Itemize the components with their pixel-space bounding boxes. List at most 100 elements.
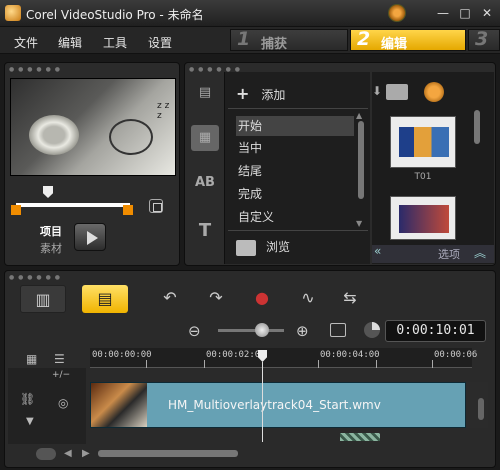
menu-settings[interactable]: 设置 bbox=[148, 34, 172, 51]
ruler-tick bbox=[146, 360, 147, 368]
ruler-label: 00:00:00:00 bbox=[92, 350, 152, 360]
sound-mixer-icon[interactable]: ∿ bbox=[296, 288, 320, 310]
gallery-scroll-thumb[interactable] bbox=[474, 110, 480, 144]
step-number: 3 bbox=[475, 28, 489, 50]
ruler-tick bbox=[318, 360, 319, 368]
tape-reel-image bbox=[29, 115, 79, 155]
step-label: 捕获 bbox=[261, 37, 288, 52]
folder-icon[interactable] bbox=[386, 84, 408, 100]
zoom-in-icon[interactable]: ⊕ bbox=[296, 322, 309, 340]
browse-label: 浏览 bbox=[266, 240, 291, 254]
step-share-tab[interactable]: 3 bbox=[468, 28, 500, 51]
timeline-view-button[interactable]: ▤ bbox=[82, 285, 128, 313]
list-divider bbox=[228, 230, 368, 231]
scroll-up-arrow-icon[interactable]: ▲ bbox=[356, 111, 362, 120]
storyboard-view-button[interactable]: ▥ bbox=[20, 285, 66, 313]
step-capture-tab[interactable]: 1 捕获 bbox=[230, 28, 348, 52]
help-badge-icon[interactable] bbox=[388, 4, 406, 22]
close-button[interactable]: ✕ bbox=[480, 6, 494, 20]
track-scroll-thumb[interactable] bbox=[478, 398, 484, 420]
browse-folder-icon bbox=[236, 239, 256, 256]
panel-grip[interactable]: ● ● ● ● ● ● bbox=[9, 274, 61, 281]
panel-grip[interactable]: ● ● ● ● ● ● bbox=[9, 66, 61, 73]
scroll-down-arrow-icon[interactable]: ▼ bbox=[356, 219, 362, 228]
title-bar: Corel VideoStudio Pro - 未命名 — □ ✕ bbox=[0, 0, 500, 27]
record-capture-icon[interactable]: ● bbox=[250, 288, 274, 310]
ruler-tick bbox=[204, 360, 205, 368]
list-divider bbox=[228, 108, 368, 109]
title-ab-icon[interactable]: AB bbox=[191, 170, 219, 196]
step-label: 编辑 bbox=[381, 37, 408, 52]
clip-title: HM_Multioverlaytrack04_Start.wmv bbox=[168, 398, 381, 412]
track-scrollbar[interactable] bbox=[466, 382, 488, 428]
collapse-left-icon[interactable]: « bbox=[374, 244, 381, 258]
scrubber-track[interactable] bbox=[16, 203, 130, 207]
fit-project-icon[interactable] bbox=[330, 323, 346, 337]
ripple-editing-icon[interactable]: ⛓ bbox=[20, 392, 35, 406]
trim-start-handle[interactable] bbox=[11, 205, 21, 215]
text-t-icon[interactable]: T bbox=[191, 218, 219, 244]
app-logo-icon bbox=[5, 5, 21, 21]
playhead-line bbox=[262, 362, 263, 442]
zoom-slider[interactable] bbox=[218, 329, 284, 332]
mode-project-label[interactable]: 项目 bbox=[40, 223, 62, 239]
minimize-button[interactable]: — bbox=[436, 6, 450, 20]
menu-file[interactable]: 文件 bbox=[14, 34, 38, 51]
thumbnail-image bbox=[399, 205, 449, 233]
ruler-label: 00:00:02:00 bbox=[206, 350, 266, 360]
track-expand-arrow-icon[interactable]: ▼ bbox=[26, 416, 34, 427]
list-item-finish[interactable]: 完成 bbox=[236, 184, 354, 204]
timeline-hscroll-thumb[interactable] bbox=[98, 450, 238, 457]
list-scroll-thumb[interactable] bbox=[358, 121, 364, 199]
duration-clock-icon[interactable] bbox=[364, 322, 380, 338]
list-scrollbar[interactable]: ▲ ▼ bbox=[356, 111, 366, 229]
step-edit-tab[interactable]: 2 编辑 bbox=[350, 28, 466, 52]
browse-button[interactable]: 浏览 bbox=[236, 238, 290, 256]
play-button[interactable] bbox=[74, 223, 106, 251]
instant-project-icon[interactable]: ▦ bbox=[191, 125, 219, 151]
thumbnail-image bbox=[399, 127, 449, 157]
preview-screen: z z z bbox=[10, 78, 176, 176]
zoom-slider-knob[interactable] bbox=[255, 323, 269, 337]
add-button[interactable]: + 添加 bbox=[236, 84, 285, 103]
template-thumbnail[interactable] bbox=[390, 196, 456, 240]
plus-icon: + bbox=[236, 84, 250, 103]
undo-icon[interactable]: ↶ bbox=[158, 288, 182, 310]
step-number: 2 bbox=[357, 28, 371, 50]
menu-edit[interactable]: 编辑 bbox=[58, 34, 82, 51]
zoom-out-icon[interactable]: ⊖ bbox=[188, 322, 201, 340]
scroll-right-arrow-icon[interactable]: ▶ bbox=[82, 448, 90, 459]
trim-end-handle[interactable] bbox=[123, 205, 133, 215]
list-item-start[interactable]: 开始 bbox=[236, 116, 354, 136]
window-title: Corel VideoStudio Pro - 未命名 bbox=[26, 8, 204, 22]
auto-music-icon[interactable]: ⇆ bbox=[338, 288, 362, 310]
video-track-icon: ◎ bbox=[58, 396, 69, 410]
step-number: 1 bbox=[237, 28, 251, 50]
content-badge-icon[interactable] bbox=[424, 82, 444, 102]
ruler-tick bbox=[432, 360, 433, 368]
doodle-zzz-text: z z z bbox=[157, 101, 170, 121]
media-library-icon[interactable]: ▤ bbox=[191, 80, 219, 106]
add-remove-track-icon[interactable]: +/− bbox=[52, 370, 70, 380]
maximize-button[interactable]: □ bbox=[458, 6, 472, 20]
expand-up-icon[interactable]: ︽ bbox=[474, 244, 486, 261]
track-toggle-button[interactable] bbox=[36, 448, 56, 460]
redo-icon[interactable]: ↷ bbox=[204, 288, 228, 310]
ruler-tick bbox=[376, 360, 377, 368]
list-item-end[interactable]: 结尾 bbox=[236, 161, 354, 181]
track-manager-icon[interactable]: ▦ bbox=[26, 352, 37, 366]
import-arrow-icon[interactable]: ⬇ bbox=[372, 84, 382, 98]
mode-clip-label[interactable]: 素材 bbox=[40, 240, 62, 256]
list-item-middle[interactable]: 当中 bbox=[236, 138, 354, 158]
template-thumbnail[interactable] bbox=[390, 116, 456, 168]
clip-thumbnail bbox=[91, 383, 147, 427]
menu-tools[interactable]: 工具 bbox=[103, 34, 127, 51]
options-button[interactable]: 选项 bbox=[438, 246, 460, 262]
timecode-display[interactable]: 0:00:10:01 bbox=[385, 320, 486, 342]
list-item-custom[interactable]: 自定义 bbox=[236, 207, 354, 227]
chapter-list-icon[interactable]: ☰ bbox=[54, 352, 65, 366]
add-label: 添加 bbox=[261, 88, 286, 102]
enlarge-preview-button[interactable] bbox=[149, 199, 163, 213]
scroll-left-arrow-icon[interactable]: ◀ bbox=[64, 448, 72, 459]
overlay-track-stripe bbox=[340, 433, 380, 441]
